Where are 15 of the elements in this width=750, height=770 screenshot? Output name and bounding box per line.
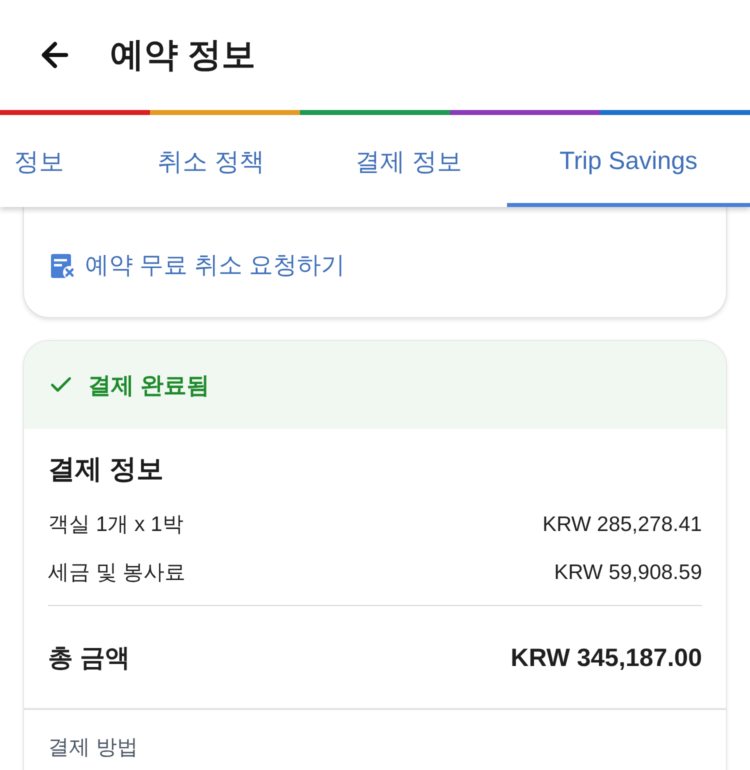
tab[interactable]: 결제 정보	[310, 115, 507, 207]
total-label: 총 금액	[48, 643, 130, 673]
tab[interactable]: 취소 정책	[112, 115, 310, 207]
charge-label: 세금 및 봉사료	[48, 560, 186, 586]
free-cancel-link[interactable]: 예약 무료 취소 요청하기	[50, 251, 346, 281]
document-x-icon	[50, 253, 76, 279]
section-title: 결제 정보	[48, 453, 164, 486]
charge-amount: KRW 285,278.41	[542, 512, 702, 538]
status-text: 결제 완료됨	[88, 370, 210, 400]
payment-method-label: 결제 방법	[48, 736, 138, 759]
charge-label: 객실 1개 x 1박	[48, 512, 184, 538]
page-title: 예약 정보	[110, 35, 256, 76]
total-amount: KRW 345,187.00	[510, 643, 702, 673]
tab[interactable]: 정보	[0, 115, 112, 207]
charge-amount: KRW 59,908.59	[554, 560, 702, 586]
